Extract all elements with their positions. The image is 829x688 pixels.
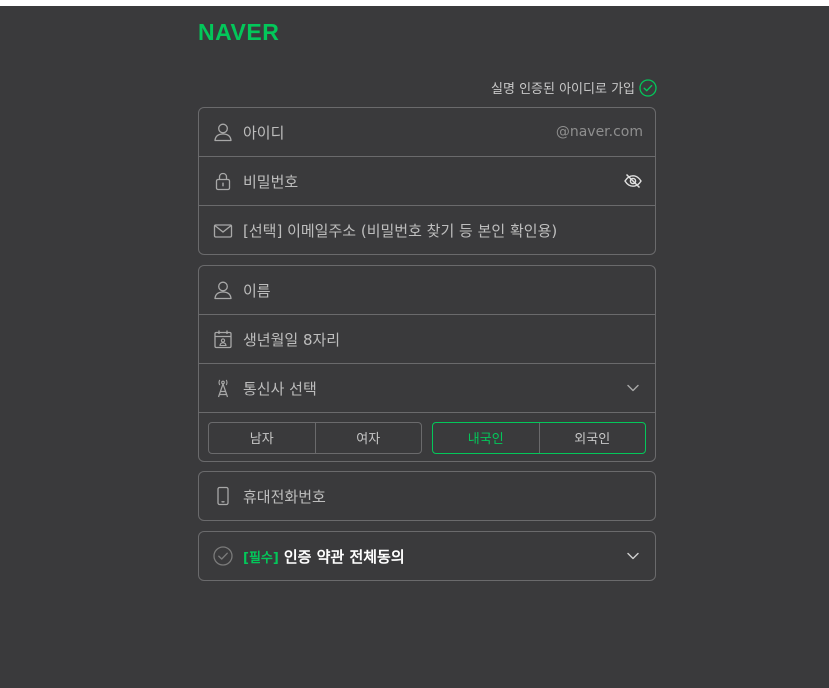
phone-input[interactable]: 휴대전화번호: [243, 486, 643, 507]
email-input[interactable]: [선택] 이메일주소 (비밀번호 찾기 등 본인 확인용): [243, 220, 643, 241]
nationality-foreign-option[interactable]: 외국인: [538, 422, 646, 453]
chevron-down-icon[interactable]: [623, 378, 643, 398]
email-field[interactable]: [선택] 이메일주소 (비밀번호 찾기 등 본인 확인용): [199, 206, 655, 254]
gender-female-option[interactable]: 여자: [314, 422, 422, 453]
password-input[interactable]: 비밀번호: [243, 171, 623, 192]
antenna-tower-icon: [212, 377, 234, 399]
check-circle-icon: [639, 78, 657, 97]
terms-panel: [필수] 인증 약관 전체동의: [198, 531, 656, 581]
calendar-icon: [212, 328, 234, 350]
verified-id-signup-label: 실명 인증된 아이디로 가입: [491, 82, 635, 97]
birthdate-field[interactable]: 생년월일 8자리: [199, 315, 655, 364]
identity-panel: 이름 생년월일 8자리 통신사 선택 남자 여자 내국인 외국인: [198, 265, 656, 462]
user-icon: [212, 121, 234, 143]
id-field[interactable]: 아이디 @naver.com: [199, 108, 655, 157]
mail-icon: [212, 220, 234, 242]
carrier-select-label: 통신사 선택: [243, 379, 317, 398]
chevron-down-icon[interactable]: [623, 546, 643, 566]
terms-agree-all-row[interactable]: [필수] 인증 약관 전체동의: [199, 532, 655, 580]
password-field[interactable]: 비밀번호: [199, 157, 655, 206]
lock-icon: [212, 170, 234, 192]
gender-nationality-row: 남자 여자 내국인 외국인: [199, 413, 655, 461]
eye-off-icon[interactable]: [623, 171, 643, 191]
gender-male-option[interactable]: 남자: [209, 423, 315, 453]
terms-agree-all-label: 인증 약관 전체동의: [283, 547, 405, 566]
phone-field[interactable]: 휴대전화번호: [199, 472, 655, 520]
name-field[interactable]: 이름: [199, 266, 655, 315]
user-icon: [212, 279, 234, 301]
gender-toggle: 남자 여자: [208, 421, 422, 454]
birthdate-input[interactable]: 생년월일 8자리: [243, 329, 643, 350]
id-input[interactable]: 아이디: [243, 122, 556, 143]
smartphone-icon: [212, 485, 234, 507]
phone-panel: 휴대전화번호: [198, 471, 656, 521]
id-domain-suffix: @naver.com: [555, 124, 643, 140]
nationality-domestic-option[interactable]: 내국인: [433, 423, 539, 453]
name-input[interactable]: 이름: [243, 280, 643, 301]
naver-logo[interactable]: NAVER: [198, 21, 279, 44]
verified-id-signup-link[interactable]: 실명 인증된 아이디로 가입: [491, 78, 657, 97]
account-panel: 아이디 @naver.com 비밀번호 [선택] 이메일주소 (비밀번호 찾기 …: [198, 107, 656, 255]
top-white-bar: [0, 0, 829, 6]
carrier-select[interactable]: 통신사 선택: [199, 364, 655, 413]
required-tag: [필수]: [243, 550, 279, 566]
nationality-toggle: 내국인 외국인: [432, 421, 646, 454]
check-circle-icon[interactable]: [212, 545, 234, 567]
